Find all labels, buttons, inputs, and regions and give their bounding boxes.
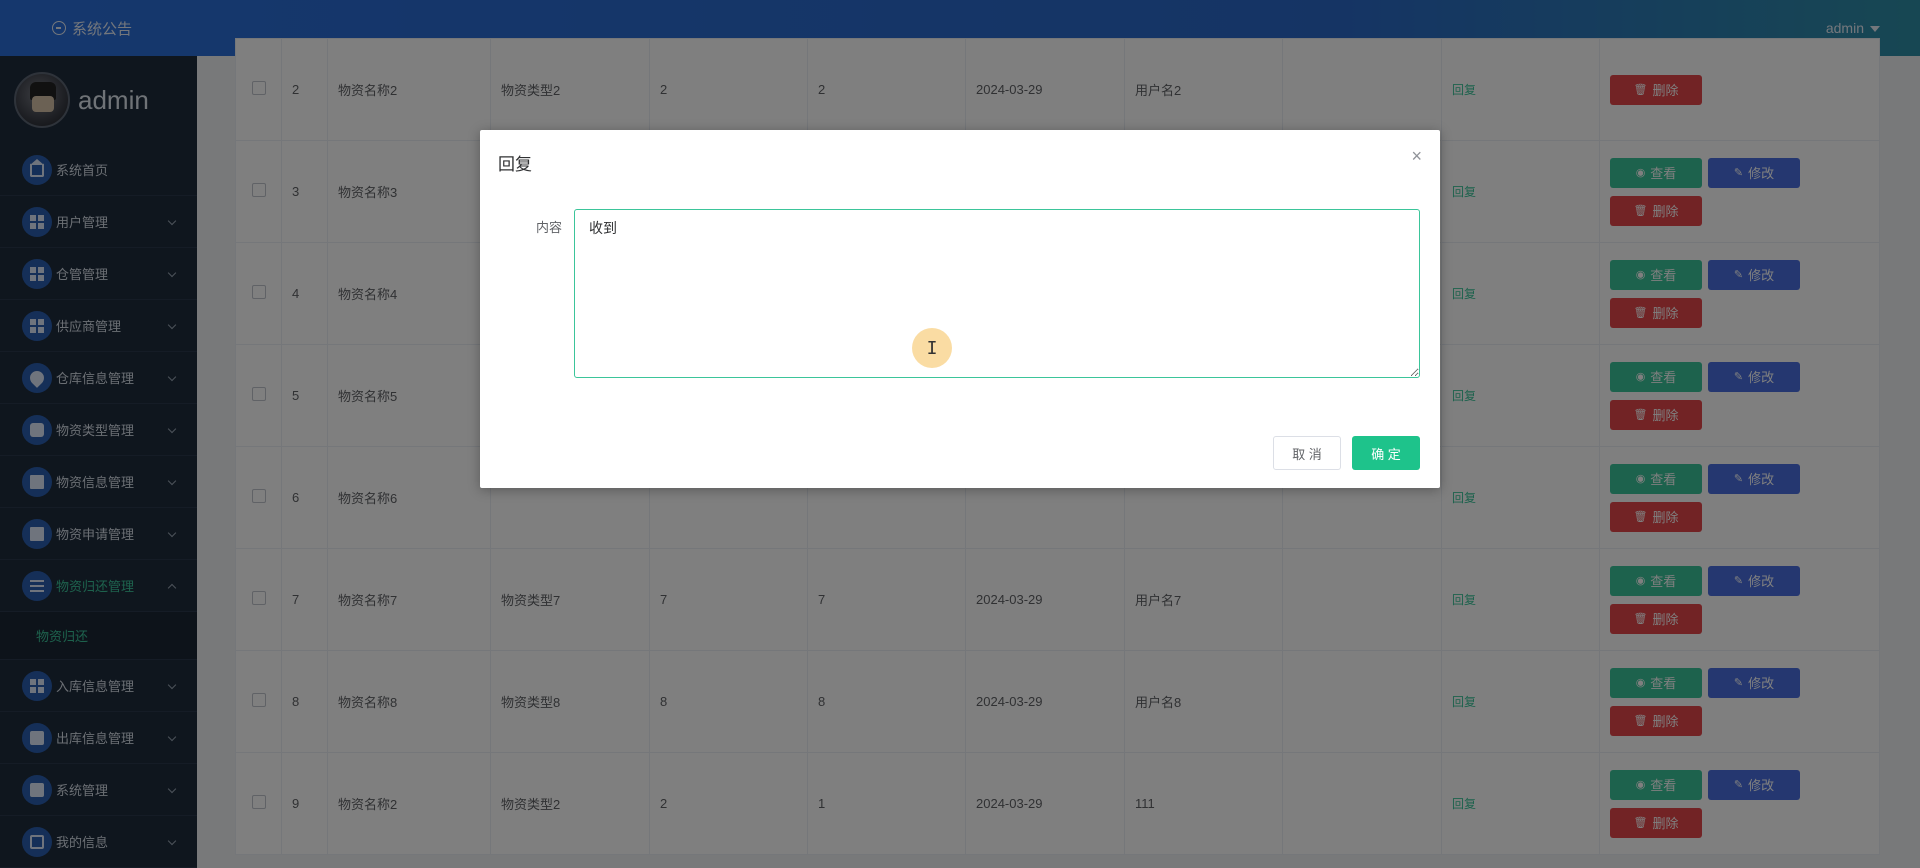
cancel-button[interactable]: 取 消 (1273, 436, 1341, 470)
content-textarea[interactable]: 收到 (574, 209, 1420, 378)
close-icon[interactable]: × (1411, 146, 1422, 167)
dialog-title: 回复 (498, 155, 532, 174)
reply-dialog: 回复 × 内容 收到 I 取 消 确 定 (480, 130, 1440, 488)
text-cursor-icon: I (912, 328, 952, 368)
content-label: 内容 (536, 220, 563, 235)
confirm-button[interactable]: 确 定 (1352, 436, 1420, 470)
